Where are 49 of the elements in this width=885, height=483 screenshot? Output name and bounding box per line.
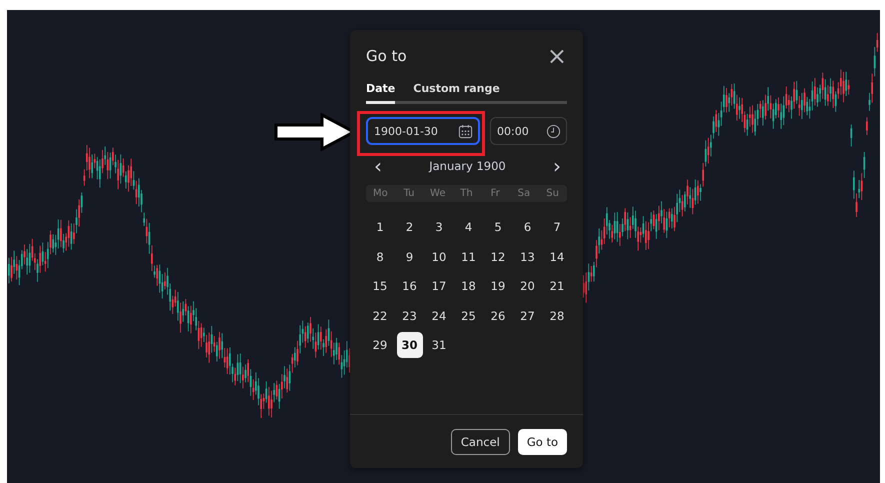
calendar-day[interactable]: 9 (396, 244, 422, 270)
calendar-day[interactable]: 7 (544, 214, 570, 240)
weekday-label: Fr (490, 188, 501, 199)
calendar-day[interactable]: 6 (514, 214, 540, 240)
calendar-day[interactable]: 17 (426, 273, 452, 299)
calendar-day[interactable]: 5 (485, 214, 511, 240)
tab[interactable]: Date (366, 82, 396, 104)
calendar-day[interactable]: 27 (514, 302, 540, 328)
calendar-day[interactable]: 10 (426, 244, 452, 270)
calendar-day[interactable]: 8 (367, 244, 393, 270)
cancel-button[interactable]: Cancel (450, 429, 510, 455)
calendar-day[interactable]: 16 (396, 273, 422, 299)
calendar-day[interactable]: 30 (396, 332, 422, 358)
weekday-label: We (429, 188, 447, 199)
weekday-label: Su (545, 188, 560, 199)
calendar-day[interactable]: 26 (485, 302, 511, 328)
time-field[interactable]: 00:00 (490, 117, 567, 145)
calendar-day[interactable]: 29 (367, 332, 393, 358)
calendar-day[interactable]: 13 (514, 244, 540, 270)
calendar-day[interactable]: 25 (456, 302, 482, 328)
tab[interactable]: Custom range (413, 82, 500, 104)
previous-month-button[interactable]: ‹ (374, 156, 382, 176)
calendar-day[interactable]: 28 (544, 302, 570, 328)
calendar-day[interactable]: 1 (367, 214, 393, 240)
calendar-day[interactable]: 14 (544, 244, 570, 270)
calendar-day[interactable]: 20 (514, 273, 540, 299)
calendar-day[interactable]: 31 (426, 332, 452, 358)
calendar-day[interactable]: 4 (456, 214, 482, 240)
calendar-day[interactable]: 11 (456, 244, 482, 270)
calendar-day[interactable]: 3 (426, 214, 452, 240)
calendar-day[interactable]: 2 (396, 214, 422, 240)
go-to-button[interactable]: Go to (518, 429, 567, 455)
calendar-day[interactable]: 12 (485, 244, 511, 270)
calendar-day[interactable]: 24 (426, 302, 452, 328)
calendar-day[interactable]: 19 (485, 273, 511, 299)
calendar-day[interactable]: 21 (544, 273, 570, 299)
month-label: January 1900 (429, 159, 506, 173)
weekday-label: Tu (402, 188, 416, 199)
weekday-label: Mo (372, 188, 389, 199)
calendar-day[interactable]: 22 (367, 302, 393, 328)
weekday-label: Sa (516, 188, 532, 199)
calendar-day[interactable]: 15 (367, 273, 393, 299)
next-month-button[interactable]: › (553, 156, 561, 176)
calendar-day[interactable]: 23 (396, 302, 422, 328)
calendar-day[interactable]: 18 (456, 273, 482, 299)
dialog-title: Go to (366, 47, 407, 65)
weekday-label: Th (459, 188, 474, 199)
date-field[interactable]: 1900-01-30 (366, 117, 480, 145)
close-button[interactable]: × (546, 44, 567, 68)
